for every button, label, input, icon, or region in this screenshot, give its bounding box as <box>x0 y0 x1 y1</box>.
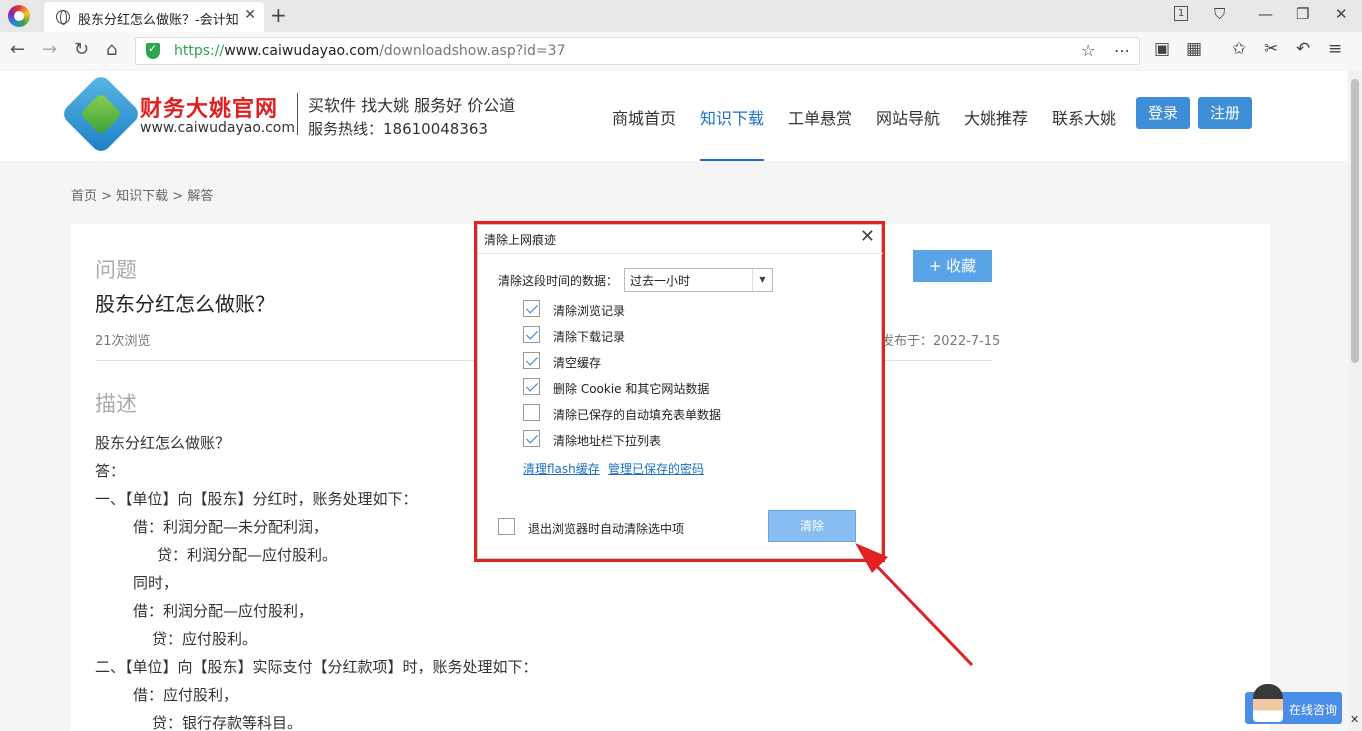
nav-mall-home[interactable]: 商城首页 <box>612 105 676 129</box>
checkbox[interactable] <box>523 300 540 317</box>
nav-ticket-bounty[interactable]: 工单悬赏 <box>788 105 852 129</box>
home-icon[interactable]: ⌂ <box>106 39 117 60</box>
clear-button[interactable]: 清除 <box>768 510 856 542</box>
nav-knowledge-download[interactable]: 知识下载 <box>700 105 764 129</box>
browser-tab[interactable]: 股东分红怎么做账？-会计知识 ✕ <box>44 2 264 32</box>
checkbox[interactable] <box>523 430 540 447</box>
description-line: 借：利润分配—未分配利润， <box>133 518 329 536</box>
favorites-icon[interactable]: ✩ <box>1232 39 1246 59</box>
scissors-icon[interactable]: ✂ <box>1264 39 1278 59</box>
view-count: 21次浏览 <box>95 334 151 349</box>
menu-icon[interactable]: ≡ <box>1328 39 1342 59</box>
support-agent-avatar <box>1253 684 1283 722</box>
browser-logo-icon[interactable] <box>8 5 30 27</box>
option-label: 清除地址栏下拉列表 <box>553 434 662 448</box>
more-icon[interactable]: ⋯ <box>1114 41 1130 60</box>
minimize-icon[interactable]: — <box>1258 5 1273 23</box>
active-nav-underline <box>700 159 764 161</box>
arrow-head <box>855 543 888 573</box>
forward-icon[interactable]: → <box>42 39 57 60</box>
tab-counter-badge[interactable]: 1 <box>1174 6 1188 21</box>
option-label: 清空缓存 <box>553 356 602 370</box>
description-line: 贷：银行存款等科目。 <box>152 714 303 731</box>
browser-toolbar: ← → ↻ ⌂ https://www.caiwudayao.com/downl… <box>0 32 1362 70</box>
online-consult-widget[interactable]: 在线咨询 <box>1245 684 1342 724</box>
time-range-label: 清除这段时间的数据： <box>498 274 619 288</box>
address-bar[interactable]: https://www.caiwudayao.com/downloadshow.… <box>135 37 1140 65</box>
nav-recommend[interactable]: 大姚推荐 <box>964 105 1028 129</box>
option-label: 清除浏览记录 <box>553 304 626 318</box>
option-label: 删除 Cookie 和其它网站数据 <box>553 382 710 396</box>
tab-close-icon[interactable]: ✕ <box>244 7 256 23</box>
description-line: 二、【单位】向【股东】实际支付【分红款项】时，账务处理如下： <box>95 658 538 676</box>
checkbox[interactable] <box>523 404 540 421</box>
arrow-shaft <box>868 557 974 667</box>
nav-contact[interactable]: 联系大姚 <box>1052 105 1116 129</box>
favorite-button[interactable]: + 收藏 <box>913 250 992 282</box>
site-logo-icon[interactable] <box>59 72 143 156</box>
close-window-icon[interactable]: ✕ <box>1335 5 1348 23</box>
option-label: 退出浏览器时自动清除选中项 <box>528 522 685 536</box>
logo-divider <box>297 93 298 135</box>
hotline: 服务热线：18610048363 <box>308 120 488 138</box>
description-line: 贷：利润分配—应付股利。 <box>157 546 338 564</box>
register-button[interactable]: 注册 <box>1198 97 1252 129</box>
maximize-icon[interactable]: ❐ <box>1296 5 1309 23</box>
time-range-value: 过去一小时 <box>630 274 691 288</box>
checkbox[interactable] <box>523 352 540 369</box>
consult-label: 在线咨询 <box>1289 703 1338 717</box>
tab-title: 股东分红怎么做账？-会计知识 <box>78 13 238 28</box>
logo-url: www.caiwudayao.com <box>140 120 296 136</box>
description-line: 股东分红怎么做账？ <box>95 434 231 452</box>
description-line: 同时， <box>133 574 179 592</box>
description-line: 借：应付股利， <box>133 686 239 704</box>
bookmark-star-icon[interactable]: ☆ <box>1081 41 1095 60</box>
checkbox[interactable] <box>498 518 515 535</box>
question-label: 问题 <box>95 258 137 282</box>
description-line: 贷：应付股利。 <box>152 630 258 648</box>
checkbox[interactable] <box>523 378 540 395</box>
login-button[interactable]: 登录 <box>1136 97 1190 129</box>
question-title: 股东分红怎么做账？ <box>95 292 275 316</box>
logo-name[interactable]: 财务大姚官网 <box>140 91 278 123</box>
apps-grid-icon[interactable]: ▦ <box>1186 39 1202 59</box>
url-text[interactable]: https://www.caiwudayao.com/downloadshow.… <box>174 43 565 59</box>
description-label: 描述 <box>95 392 137 416</box>
secure-shield-icon <box>146 42 160 59</box>
nav-site-navigation[interactable]: 网站导航 <box>876 105 940 129</box>
new-tab-icon[interactable]: + <box>270 3 287 27</box>
dialog-close-icon[interactable]: ✕ <box>860 226 875 247</box>
manage-passwords-link[interactable]: 管理已保存的密码 <box>608 460 704 477</box>
description-line: 答： <box>95 462 126 480</box>
undo-icon[interactable]: ↶ <box>1296 39 1310 59</box>
back-icon[interactable]: ← <box>10 39 25 60</box>
checkbox[interactable] <box>523 326 540 343</box>
widget-close-icon[interactable]: ✕ <box>1350 713 1359 726</box>
reload-icon[interactable]: ↻ <box>74 39 89 60</box>
breadcrumb[interactable]: 首页 > 知识下载 > 解答 <box>71 185 213 204</box>
browser-chrome: 股东分红怎么做账？-会计知识 ✕ + 1 ⛉ — ❐ ✕ ← → ↻ ⌂ htt… <box>0 0 1362 70</box>
description-line: 一、【单位】向【股东】分红时，账务处理如下： <box>95 490 418 508</box>
option-label: 清除下载记录 <box>553 330 626 344</box>
clear-history-dialog: 清除上网痕迹 ✕ 清除这段时间的数据： 过去一小时 ▼ 清除浏览记录 清除下载记… <box>477 224 883 559</box>
annotation-arrow <box>855 543 974 667</box>
tab-bar: 股东分红怎么做账？-会计知识 ✕ + 1 ⛉ — ❐ ✕ <box>0 0 1362 32</box>
description-line: 借：利润分配—应付股利， <box>133 602 314 620</box>
globe-icon <box>56 10 70 25</box>
clear-flash-link[interactable]: 清理flash缓存 <box>523 460 600 477</box>
page-scrollbar[interactable] <box>1348 71 1362 731</box>
dialog-title-divider <box>478 253 883 254</box>
site-header: 财务大姚官网 www.caiwudayao.com 买软件 找大姚 服务好 价公… <box>0 71 1348 161</box>
publish-date: 发布于：2022-7-15 <box>881 334 1001 349</box>
dialog-title: 清除上网痕迹 <box>484 233 557 247</box>
shirt-icon[interactable]: ⛉ <box>1214 5 1225 23</box>
slogan: 买软件 找大姚 服务好 价公道 <box>308 96 516 115</box>
option-label: 清除已保存的自动填充表单数据 <box>553 408 722 422</box>
scroll-thumb[interactable] <box>1351 79 1359 363</box>
reading-mode-icon[interactable]: ▣ <box>1154 39 1170 59</box>
time-range-select[interactable]: 过去一小时 ▼ <box>624 268 773 292</box>
dropdown-arrow-icon[interactable]: ▼ <box>752 269 772 291</box>
